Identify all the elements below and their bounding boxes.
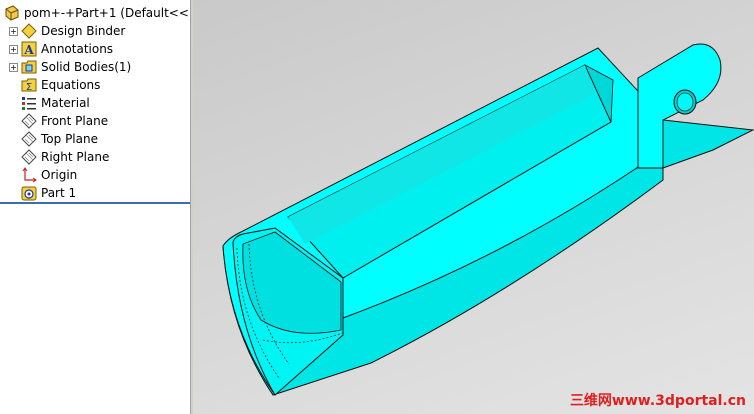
tree-item-label: Design Binder <box>41 24 126 38</box>
mounting-tab-side <box>662 119 754 169</box>
plane-icon <box>21 131 37 147</box>
tree-item-label: Part 1 <box>41 186 77 200</box>
solid-bodies-icon <box>21 60 37 74</box>
part-icon <box>21 186 37 201</box>
material-icon <box>22 97 36 110</box>
tree-item-label: Origin <box>41 168 78 182</box>
tree-item-top-plane[interactable]: Top Plane <box>0 130 98 148</box>
tree-item-label: Material <box>41 96 90 110</box>
tree-item-label: Right Plane <box>41 150 110 164</box>
tree-item-part-1[interactable]: Part 1 <box>0 184 76 202</box>
tree-item-design-binder[interactable]: + Design Binder <box>0 22 125 40</box>
tree-item-annotations[interactable]: + A Annotations <box>0 40 113 58</box>
tree-root-item[interactable]: pom+-+Part+1 (Default<<D <box>4 4 190 22</box>
svg-text:Σ: Σ <box>26 82 32 93</box>
svg-text:A: A <box>23 43 34 57</box>
part-document-icon <box>5 5 19 21</box>
expand-toggle[interactable]: + <box>9 26 18 36</box>
expand-toggle[interactable]: + <box>9 44 18 54</box>
tree-item-front-plane[interactable]: Front Plane <box>0 112 108 130</box>
rollback-bar[interactable] <box>0 202 190 204</box>
graphics-viewport[interactable]: 三维网www.3dportal.cn <box>193 0 754 414</box>
plane-icon <box>21 113 37 129</box>
tree-item-label: Front Plane <box>41 114 109 128</box>
tree-root-label: pom+-+Part+1 (Default<<D <box>24 6 190 20</box>
tree-item-origin[interactable]: Origin <box>0 166 77 184</box>
tree-item-label: Solid Bodies(1) <box>41 60 132 74</box>
origin-icon <box>22 167 37 183</box>
tree-item-label: Equations <box>41 78 101 92</box>
tree-item-right-plane[interactable]: Right Plane <box>0 148 109 166</box>
plane-icon <box>21 149 37 165</box>
equations-icon: Σ <box>21 78 37 93</box>
annotations-icon: A <box>21 41 37 57</box>
watermark: 三维网www.3dportal.cn <box>569 393 746 409</box>
tree-item-equations[interactable]: Σ Equations <box>0 76 100 94</box>
design-binder-icon <box>21 23 37 39</box>
part-model[interactable] <box>193 0 754 414</box>
tree-item-material[interactable]: Material <box>0 94 90 112</box>
tree-item-solid-bodies[interactable]: + Solid Bodies(1) <box>0 58 131 76</box>
feature-tree-panel: pom+-+Part+1 (Default<<D + Design Binder… <box>0 0 190 414</box>
tree-item-label: Top Plane <box>41 132 98 146</box>
tree-item-label: Annotations <box>41 42 114 56</box>
expand-toggle[interactable]: + <box>9 62 18 72</box>
